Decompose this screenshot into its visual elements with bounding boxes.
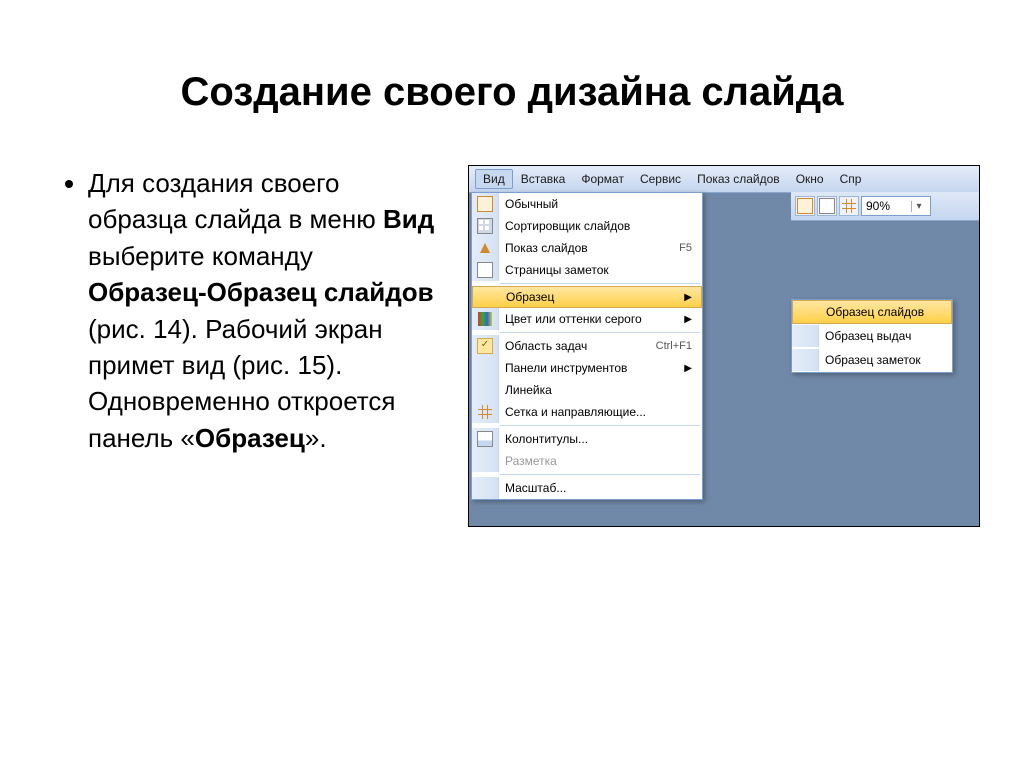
dd-sorter[interactable]: Сортировщик слайдов — [472, 215, 702, 237]
dd-label: Показ слайдов — [505, 241, 588, 255]
dd-label: Образец выдач — [825, 329, 911, 343]
menu-okno[interactable]: Окно — [788, 169, 832, 189]
blank-icon — [473, 286, 500, 308]
menubar: Вид Вставка Формат Сервис Показ слайдов … — [469, 166, 979, 193]
menu-vstavka[interactable]: Вставка — [513, 169, 574, 189]
zoom-combo[interactable]: 90% ▾ — [861, 196, 931, 216]
dd-notes-pages[interactable]: Страницы заметок — [472, 259, 702, 281]
dd-markup: Разметка — [472, 450, 702, 472]
menu-format[interactable]: Формат — [573, 169, 632, 189]
blank-icon — [472, 357, 499, 379]
bullet-bold-obrazets: Образец-Образец слайдов — [88, 277, 434, 307]
bullet-column: Для создания своего образца слайда в мен… — [60, 165, 438, 527]
blank-icon — [472, 477, 499, 499]
chevron-down-icon[interactable]: ▾ — [911, 201, 926, 212]
dd-label: Панели инструментов — [505, 361, 627, 375]
separator — [500, 283, 700, 284]
normal-view-icon — [472, 193, 499, 215]
separator — [500, 474, 700, 475]
chevron-right-icon: ▶ — [684, 292, 692, 303]
blank-icon — [793, 301, 820, 323]
sub-obrazets-vydach[interactable]: Образец выдач — [792, 324, 952, 348]
grid-icon — [472, 401, 499, 423]
dd-label: Сортировщик слайдов — [505, 219, 630, 233]
sub-obrazets-slaidov[interactable]: Образец слайдов — [792, 300, 952, 324]
dd-shortcut: F5 — [679, 242, 692, 254]
chevron-right-icon: ▶ — [684, 314, 692, 325]
dd-label: Страницы заметок — [505, 263, 609, 277]
dd-grid-guides[interactable]: Сетка и направляющие... — [472, 401, 702, 423]
separator — [500, 425, 700, 426]
sorter-icon — [472, 215, 499, 237]
dd-slideshow[interactable]: Показ слайдов F5 — [472, 237, 702, 259]
sub-obrazets-zametok[interactable]: Образец заметок — [792, 348, 952, 372]
bullet-text: выберите команду — [88, 241, 313, 271]
menu-pokaz[interactable]: Показ слайдов — [689, 169, 788, 189]
menu-spravka[interactable]: Спр — [832, 169, 870, 189]
zoom-value: 90% — [866, 199, 890, 213]
dd-obrazets[interactable]: Образец ▶ — [472, 286, 702, 308]
dropdown-vid: Обычный Сортировщик слайдов Показ слайдо… — [471, 192, 703, 500]
check-icon: ✓ — [472, 335, 499, 357]
dd-shortcut: Ctrl+F1 — [656, 340, 692, 352]
dd-normal[interactable]: Обычный — [472, 193, 702, 215]
dd-label: Образец слайдов — [826, 305, 924, 319]
dd-label: Образец — [506, 290, 554, 304]
bullet-item: Для создания своего образца слайда в мен… — [88, 165, 438, 456]
dd-label: Масштаб... — [505, 481, 566, 495]
color-icon — [472, 308, 499, 330]
dd-toolbars[interactable]: Панели инструментов ▶ — [472, 357, 702, 379]
slide-title: Создание своего дизайна слайда — [60, 70, 964, 115]
dd-label: Область задач — [505, 339, 587, 353]
blank-icon — [472, 379, 499, 401]
toolbar-btn-shade-icon[interactable] — [817, 196, 837, 216]
dd-zoom[interactable]: Масштаб... — [472, 477, 702, 499]
blank-icon — [472, 450, 499, 472]
dd-label: Колонтитулы... — [505, 432, 588, 446]
toolbar: 90% ▾ — [791, 192, 979, 221]
slide: Создание своего дизайна слайда Для созда… — [0, 0, 1024, 767]
dd-taskpane[interactable]: ✓ Область задач Ctrl+F1 — [472, 335, 702, 357]
separator — [500, 332, 700, 333]
submenu-obrazets: Образец слайдов Образец выдач Образец за… — [791, 299, 953, 373]
toolbar-btn-color-icon[interactable] — [795, 196, 815, 216]
dd-ruler[interactable]: Линейка — [472, 379, 702, 401]
dd-color-grayscale[interactable]: Цвет или оттенки серого ▶ — [472, 308, 702, 330]
bullet-bold-panel: Образец — [195, 423, 305, 453]
dd-headers-footers[interactable]: Колонтитулы... — [472, 428, 702, 450]
blank-icon — [792, 325, 819, 347]
content-row: Для создания своего образца слайда в мен… — [60, 165, 964, 527]
toolbar-btn-grid-icon[interactable] — [839, 196, 859, 216]
menu-servis[interactable]: Сервис — [632, 169, 689, 189]
header-footer-icon — [472, 428, 499, 450]
dd-label: Обычный — [505, 197, 558, 211]
bullet-bold-vid: Вид — [383, 204, 434, 234]
dd-label: Образец заметок — [825, 353, 921, 367]
dd-label: Сетка и направляющие... — [505, 405, 646, 419]
menu-vid[interactable]: Вид — [475, 169, 513, 189]
dd-label: Цвет или оттенки серого — [505, 312, 642, 326]
bullet-text: Для создания своего образца слайда в мен… — [88, 168, 383, 234]
blank-icon — [792, 349, 819, 371]
dd-label: Линейка — [505, 383, 552, 397]
chevron-right-icon: ▶ — [684, 363, 692, 374]
notes-icon — [472, 259, 499, 281]
screenshot-powerpoint: Вид Вставка Формат Сервис Показ слайдов … — [468, 165, 980, 527]
slideshow-icon — [472, 237, 499, 259]
dd-label: Разметка — [505, 454, 557, 468]
bullet-text: ». — [305, 423, 327, 453]
